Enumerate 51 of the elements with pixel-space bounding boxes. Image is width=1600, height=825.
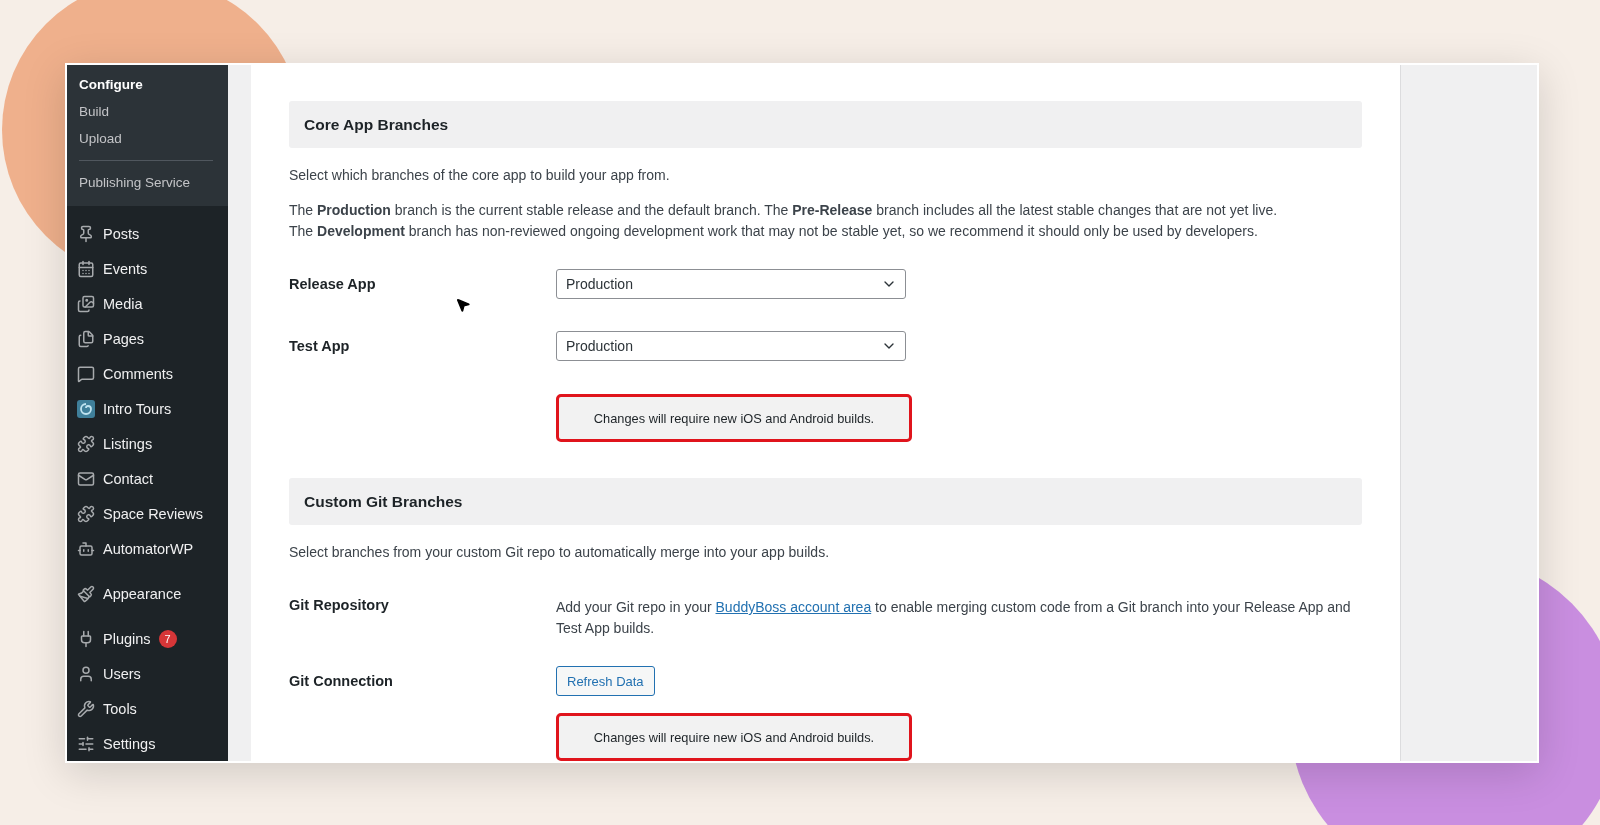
- submenu-item[interactable]: Build: [67, 98, 228, 125]
- branch-explanation: The Production branch is the current stable release and the default branch. The Pre-Release branch includes all the latest stable changes that are not yet live. The Development branch has non-reviewed ongoing development work that may not be stable yet, so we recommend it should only be used by developers.: [289, 201, 1279, 241]
- calendar-icon: [77, 259, 95, 278]
- description: Add your Git repo in your BuddyBoss account area to enable merging custom code from a Git branch into your Release App and Test App builds.: [556, 598, 1352, 638]
- section-heading: Custom Git Branches: [289, 478, 1362, 525]
- swirl-icon: [77, 399, 95, 418]
- menu-item[interactable]: Pages: [103, 330, 145, 347]
- menu-item[interactable]: Space Reviews: [103, 505, 203, 522]
- submenu-item[interactable]: Upload: [67, 125, 228, 152]
- field-label: Git Repository: [289, 597, 390, 613]
- user-icon: [77, 664, 95, 683]
- section-description: Select which branches of the core app to build your app from.: [289, 166, 671, 185]
- section-description: Select branches from your custom Git repo to automatically merge into your app builds.: [289, 543, 831, 562]
- images-icon: [77, 294, 95, 313]
- pages-icon: [77, 329, 95, 348]
- speech-bubble-icon: [77, 364, 95, 383]
- menu-item[interactable]: Contact: [103, 470, 153, 487]
- menu-item[interactable]: Listings: [103, 435, 153, 452]
- submenu-item[interactable]: Configure: [67, 71, 228, 98]
- notice: Changes will require new iOS and Android builds.: [556, 713, 912, 761]
- robot-icon: [77, 539, 95, 558]
- wrench-icon: [77, 699, 95, 718]
- menu-item[interactable]: Plugins: [103, 630, 151, 647]
- sliders-icon: [77, 734, 95, 753]
- menu-item[interactable]: Events: [103, 260, 148, 277]
- puzzle-icon: [77, 434, 95, 453]
- brush-icon: [77, 584, 95, 603]
- refresh-button[interactable]: Refresh Data: [556, 666, 655, 696]
- account-link[interactable]: BuddyBoss account area: [715, 599, 872, 615]
- dropdown[interactable]: Production: [556, 331, 906, 361]
- menu-item[interactable]: Tools: [103, 700, 137, 717]
- menu-item[interactable]: Media: [103, 295, 143, 312]
- submenu-item[interactable]: Publishing Service: [67, 169, 228, 196]
- cursor-icon: [455, 297, 471, 313]
- notice: Changes will require new iOS and Android builds.: [556, 394, 912, 442]
- puzzle-icon: [77, 504, 95, 523]
- pin-icon: [77, 224, 95, 243]
- menu-item[interactable]: Settings: [103, 735, 156, 752]
- field-label: Test App: [289, 338, 351, 354]
- menu-item[interactable]: Appearance: [103, 585, 182, 602]
- section-heading: Core App Branches: [289, 101, 1362, 148]
- menu-item[interactable]: Intro Tours: [103, 400, 172, 417]
- count-badge: 7: [158, 629, 177, 648]
- menu-item[interactable]: Users: [103, 665, 141, 682]
- envelope-icon: [77, 469, 95, 488]
- menu-item[interactable]: Comments: [103, 365, 174, 382]
- field-label: Release App: [289, 276, 377, 292]
- dropdown[interactable]: Production: [556, 269, 906, 299]
- menu-item[interactable]: AutomatorWP: [103, 540, 194, 557]
- menu-item[interactable]: Posts: [103, 225, 140, 242]
- field-label: Git Connection: [289, 673, 394, 689]
